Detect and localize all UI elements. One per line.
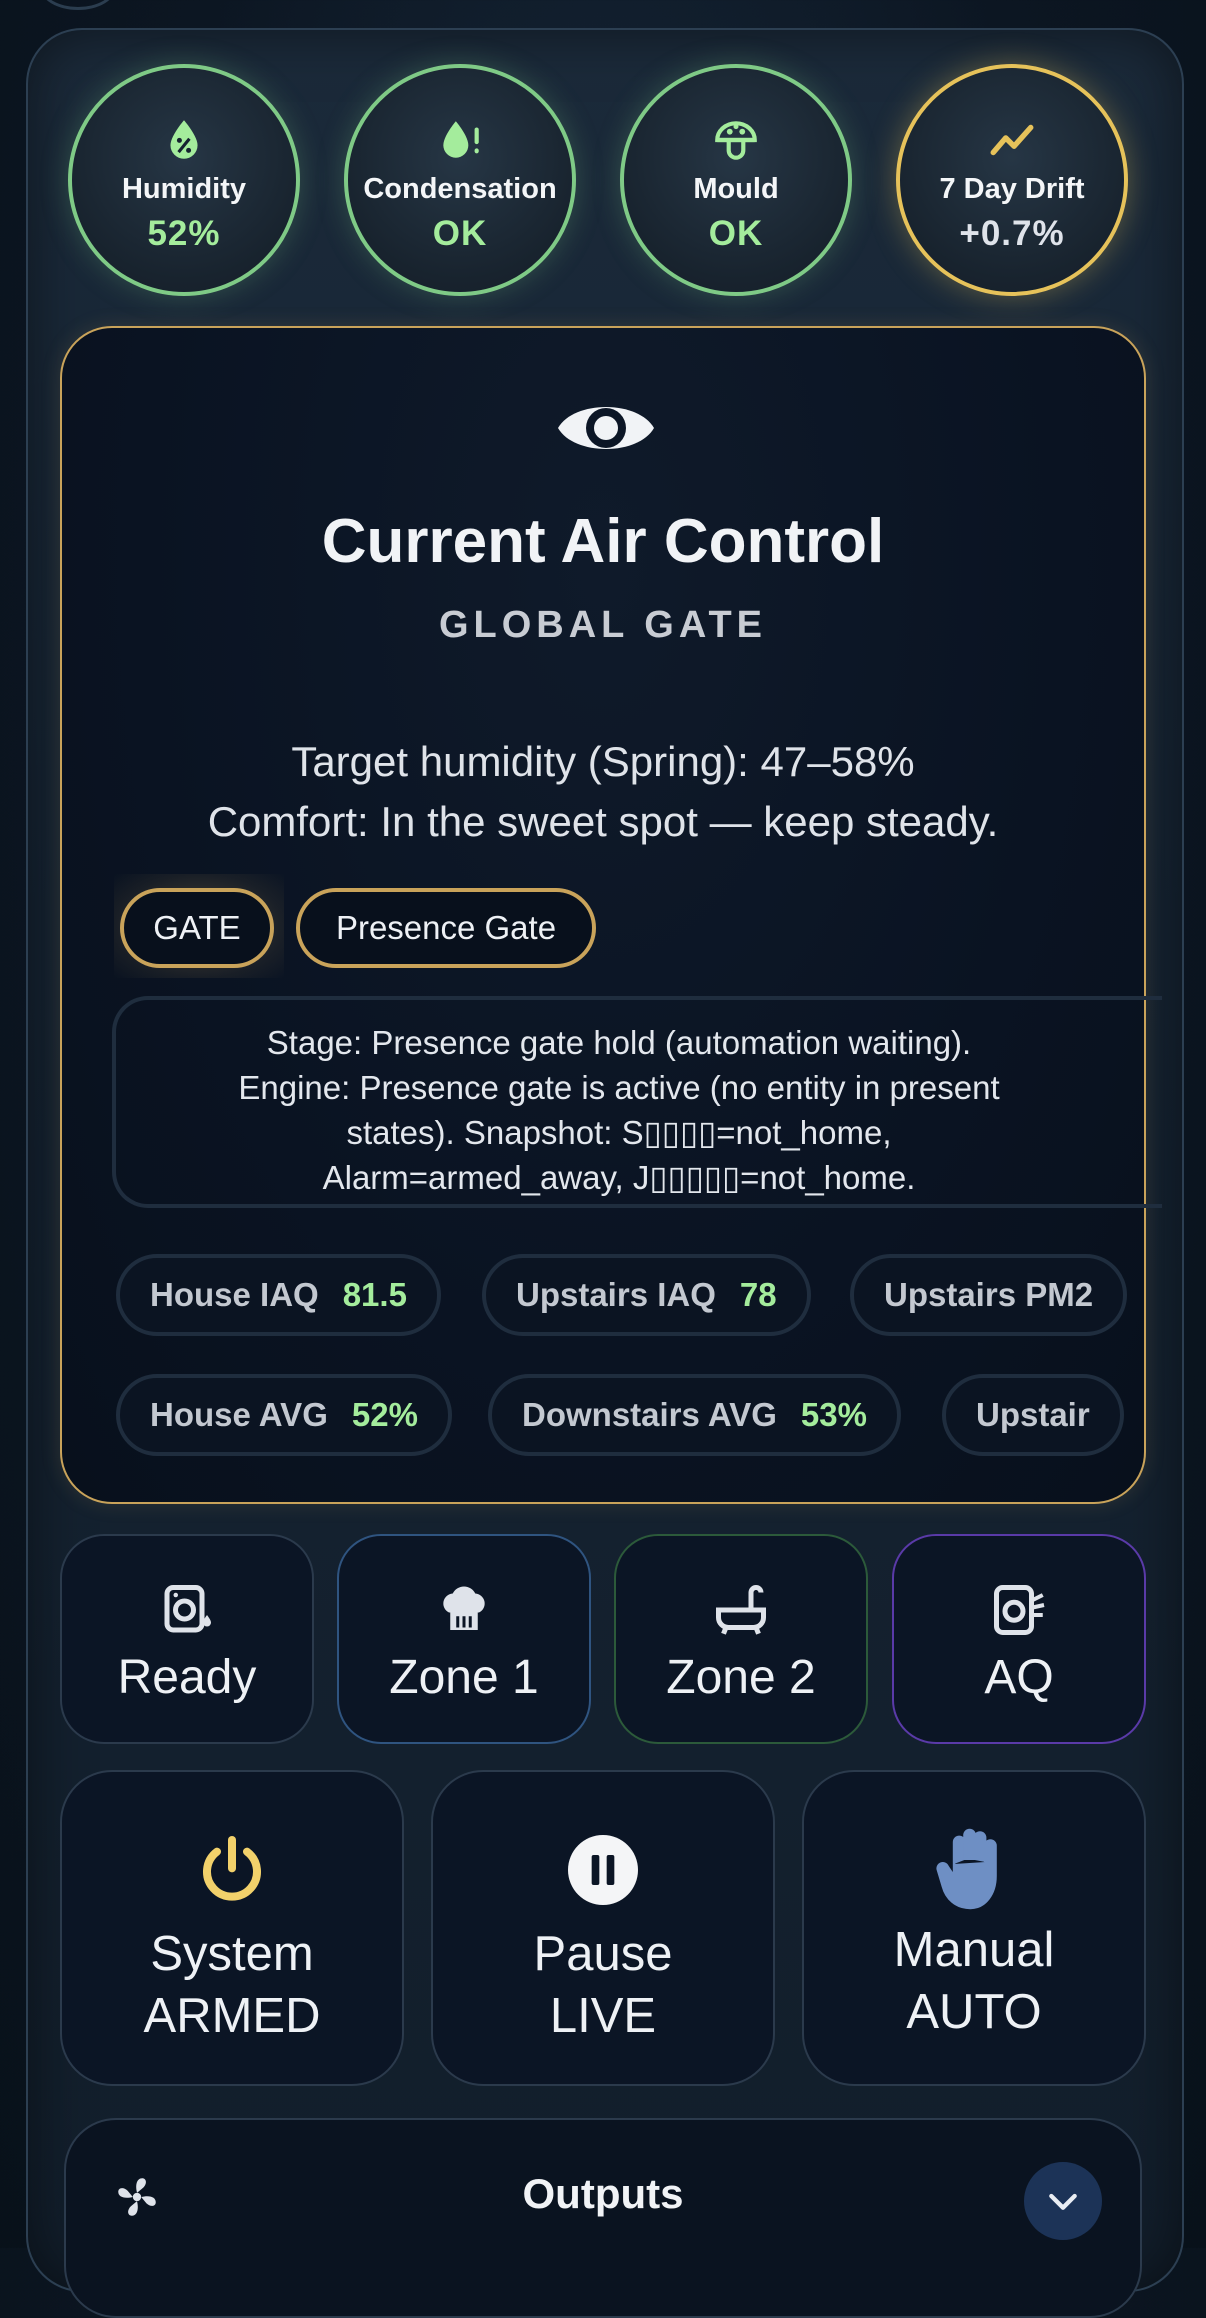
mould-gauge[interactable]: Mould OK xyxy=(620,64,852,296)
upstairs-avg-pill[interactable]: Upstair xyxy=(942,1374,1124,1456)
control-state: LIVE xyxy=(549,1989,657,2043)
outputs-expand-button[interactable] xyxy=(1024,2162,1102,2240)
control-label: System xyxy=(150,1927,314,1981)
zone-label: Ready xyxy=(117,1651,257,1704)
iaq-pill-row[interactable]: House IAQ 81.5 Upstairs IAQ 78 Upstairs … xyxy=(116,1254,1160,1340)
pause-icon xyxy=(568,1835,638,1905)
pill-label: House AVG xyxy=(150,1396,328,1433)
presence-gate-chip[interactable]: Presence Gate xyxy=(296,888,596,968)
gauge-value: OK xyxy=(708,213,764,253)
zone-label: Zone 2 xyxy=(666,1651,816,1704)
pill-label: Upstair xyxy=(976,1396,1090,1433)
control-label: Pause xyxy=(533,1927,673,1981)
air-control-card: Current Air Control GLOBAL GATE Target h… xyxy=(60,326,1162,1504)
zone-label: Zone 1 xyxy=(389,1651,539,1704)
humidity-gauge[interactable]: Humidity 52% xyxy=(68,64,300,296)
power-icon xyxy=(203,1836,261,1901)
pill-label: Upstairs IAQ xyxy=(516,1276,716,1313)
pill-label: House IAQ xyxy=(150,1276,319,1313)
aq-button[interactable]: AQ xyxy=(892,1534,1146,1744)
washing-machine-icon xyxy=(164,1585,211,1633)
gauge-value: 52% xyxy=(147,213,221,253)
pill-value: 78 xyxy=(739,1276,777,1313)
eye-icon xyxy=(558,407,654,449)
trend-up-icon xyxy=(990,124,1034,155)
mushroom-icon xyxy=(715,120,757,160)
pill-value: 53% xyxy=(800,1396,867,1433)
drift-gauge[interactable]: 7 Day Drift +0.7% xyxy=(896,64,1128,296)
water-alert-icon xyxy=(443,120,479,158)
pill-label: Upstairs PM2 xyxy=(884,1276,1094,1313)
house-iaq-pill[interactable]: House IAQ 81.5 xyxy=(116,1254,441,1336)
manual-auto-button[interactable]: Manual AUTO xyxy=(802,1770,1146,2086)
gauge-value: OK xyxy=(432,213,488,253)
hand-icon xyxy=(936,1828,997,1910)
gauge-label: Mould xyxy=(693,172,779,205)
stage-line: states). Snapshot: S▯▯▯▯=not_home, xyxy=(346,1114,892,1151)
gauge-label: Condensation xyxy=(363,172,557,205)
air-quality-icon xyxy=(994,1585,1045,1635)
bathtub-icon xyxy=(716,1585,766,1635)
stage-line: Engine: Presence gate is active (no enti… xyxy=(238,1069,1000,1106)
control-state: ARMED xyxy=(143,1989,321,2043)
pause-live-button[interactable]: Pause LIVE xyxy=(431,1770,775,2086)
chevron-down-icon xyxy=(1049,2193,1077,2210)
gate-chip[interactable]: GATE xyxy=(120,888,274,968)
comfort-text: Comfort: In the sweet spot — keep steady… xyxy=(207,798,999,845)
chef-hat-icon xyxy=(443,1586,485,1630)
ready-button[interactable]: Ready xyxy=(60,1534,314,1744)
pill-value: 52% xyxy=(351,1396,418,1433)
house-avg-pill[interactable]: House AVG 52% xyxy=(116,1374,452,1456)
gauge-value: +0.7% xyxy=(959,213,1065,253)
outputs-section[interactable]: Outputs xyxy=(64,2118,1142,2318)
gauge-label: 7 Day Drift xyxy=(939,172,1085,205)
card-subtitle: GLOBAL GATE xyxy=(438,604,768,646)
card-title: Current Air Control xyxy=(321,507,885,576)
humidity-pill-row[interactable]: House AVG 52% Downstairs AVG 53% Upstair xyxy=(116,1374,1160,1460)
gauge-label: Humidity xyxy=(121,172,247,205)
upstairs-iaq-pill[interactable]: Upstairs IAQ 78 xyxy=(482,1254,811,1336)
stage-info-box: Stage: Presence gate hold (automation wa… xyxy=(112,996,1162,1208)
condensation-gauge[interactable]: Condensation OK xyxy=(344,64,576,296)
stage-line: Alarm=armed_away, J▯▯▯▯▯=not_home. xyxy=(322,1159,916,1196)
zone-1-button[interactable]: Zone 1 xyxy=(337,1534,591,1744)
pill-label: Downstairs AVG xyxy=(522,1396,777,1433)
stage-line: Stage: Presence gate hold (automation wa… xyxy=(266,1024,972,1061)
downstairs-avg-pill[interactable]: Downstairs AVG 53% xyxy=(488,1374,901,1456)
top-edge-control xyxy=(40,0,116,10)
zone-label: AQ xyxy=(984,1651,1054,1704)
humidity-percent-icon xyxy=(170,119,198,159)
upstairs-pm-pill[interactable]: Upstairs PM2 xyxy=(850,1254,1128,1336)
pill-value: 81.5 xyxy=(342,1276,407,1313)
outputs-title: Outputs xyxy=(522,2170,684,2217)
control-state: AUTO xyxy=(906,1985,1042,2039)
zone-2-button[interactable]: Zone 2 xyxy=(614,1534,868,1744)
target-humidity-text: Target humidity (Spring): 47–58% xyxy=(291,738,915,785)
control-label: Manual xyxy=(893,1923,1055,1977)
system-armed-button[interactable]: System ARMED xyxy=(60,1770,404,2086)
